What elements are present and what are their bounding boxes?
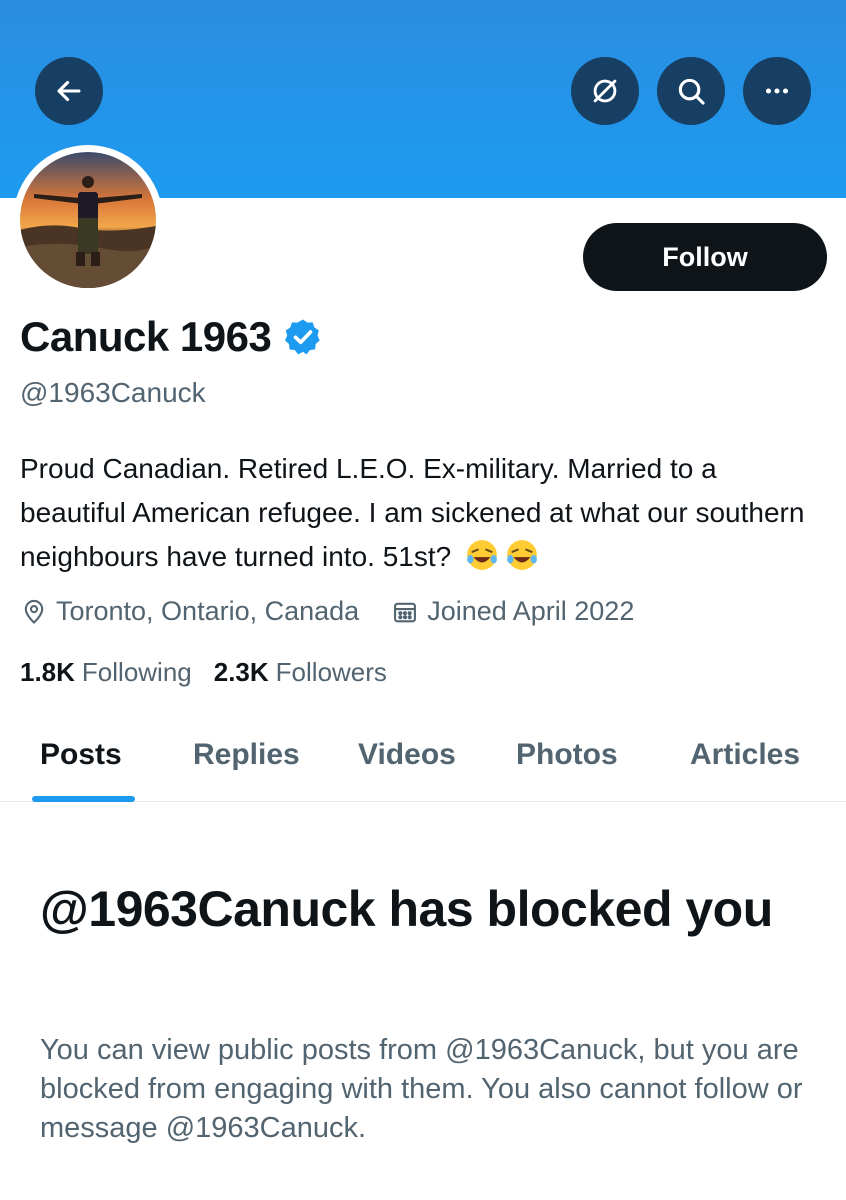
location-pin-icon [24,599,44,624]
profile-handle: @1963Canuck [20,377,206,408]
following-label: Following [81,657,192,687]
tab-photos[interactable]: Photos [516,738,618,772]
search-icon [678,78,705,105]
active-tab-indicator [32,796,135,802]
profile-location: Toronto, Ontario, Canada [20,596,359,627]
search-button[interactable] [657,57,725,125]
bio-text: Proud Canadian. Retired L.E.O. Ex-milita… [20,453,805,572]
joined-text: Joined April 2022 [427,596,635,626]
location-text: Toronto, Ontario, Canada [56,596,360,626]
following-link[interactable]: 1.8K Following [20,657,192,688]
avatar-photo [20,152,156,288]
following-count: 1.8K [20,657,75,687]
more-button[interactable] [743,57,811,125]
follow-button[interactable]: Follow [583,223,827,291]
profile-meta-row: Toronto, Ontario, Canada Joined April 20… [20,596,634,627]
more-horizontal-icon [765,88,789,94]
follow-stats: 1.8K Following 2.3K Followers [20,657,387,688]
profile-joined: Joined April 2022 [391,596,634,627]
profile-bio: Proud Canadian. Retired L.E.O. Ex-milita… [20,447,830,579]
tab-videos[interactable]: Videos [358,738,456,772]
tab-replies[interactable]: Replies [193,738,300,772]
display-name-row: Canuck 1963 [20,313,323,361]
grok-button[interactable] [571,57,639,125]
arrow-left-icon [57,80,81,102]
followers-count: 2.3K [213,657,269,687]
rolling-laughing-emoji-icon [507,540,537,570]
followers-link[interactable]: 2.3K Followers [214,657,387,688]
display-name: Canuck 1963 [20,313,272,360]
blocked-description: You can view public posts from @1963Canu… [40,1034,803,1144]
tab-posts[interactable]: Posts [40,738,122,772]
verified-badge-icon[interactable] [283,317,323,357]
avatar[interactable] [20,152,156,288]
back-button[interactable] [35,57,103,125]
grok-icon [593,79,617,103]
blocked-title: @1963Canuck has blocked you [40,881,773,937]
tab-articles[interactable]: Articles [690,738,800,772]
rolling-laughing-emoji-icon [467,540,497,570]
profile-tabs: Posts Replies Videos Photos Articles [0,718,846,802]
followers-label: Followers [275,657,387,687]
calendar-icon [394,602,417,622]
